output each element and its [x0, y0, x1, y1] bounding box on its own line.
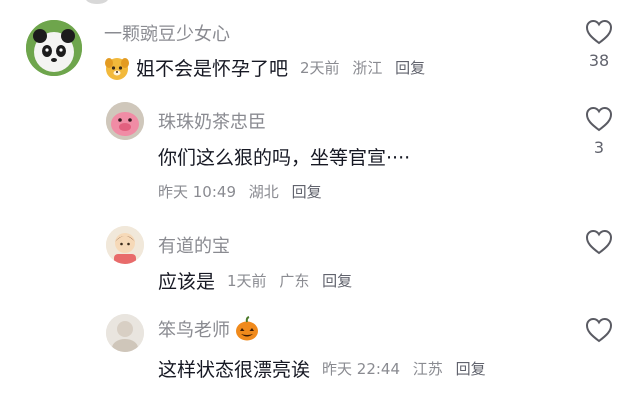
comment-meta: 1天前 广东 回复: [227, 270, 360, 291]
comment-meta: 昨天 22:44 江苏 回复: [322, 358, 494, 379]
comment-text: 你们这么狠的吗，坐等官宣····: [158, 147, 411, 169]
dog-emoji-icon: [105, 57, 129, 80]
comment-time: 昨天 10:49: [158, 183, 236, 201]
comment-text: 应该是: [158, 271, 216, 293]
comment-location: 江苏: [412, 360, 443, 378]
comment-text: 这样状态很漂亮诶: [158, 359, 311, 381]
comment-text-row: 应该是 1天前 广东 回复: [158, 267, 360, 294]
username[interactable]: 有道的宝: [158, 232, 230, 258]
avatar[interactable]: [106, 314, 144, 352]
avatar[interactable]: [106, 226, 144, 264]
like-button[interactable]: [584, 229, 614, 255]
comment-text: 姐不会是怀孕了吧: [136, 58, 289, 80]
like-button[interactable]: 3: [584, 106, 614, 157]
comment-meta: 昨天 10:49 湖北 回复: [158, 181, 330, 202]
reply-button[interactable]: 回复: [322, 272, 352, 290]
pink-pig-avatar-icon: [106, 102, 144, 140]
avatar[interactable]: [106, 102, 144, 140]
username[interactable]: 一颗豌豆少女心: [104, 20, 230, 46]
pumpkin-emoji-icon: [236, 316, 258, 341]
comment-location: 广东: [279, 272, 310, 290]
comment-time: 2天前: [300, 59, 340, 77]
comment-text-row: 你们这么狠的吗，坐等官宣····: [158, 143, 410, 170]
username-row: 笨鸟老师: [158, 316, 260, 342]
heart-icon: [585, 106, 613, 132]
comment-text-row: 姐不会是怀孕了吧 2天前 浙江 回复: [104, 54, 433, 81]
panda-avatar-icon: [26, 20, 82, 76]
heart-icon: [585, 317, 613, 343]
comment-meta: 2天前 浙江 回复: [300, 57, 433, 78]
comment-text-row: 这样状态很漂亮诶 昨天 22:44 江苏 回复: [158, 355, 494, 382]
like-button[interactable]: 38: [584, 19, 614, 70]
username[interactable]: 珠珠奶茶忠臣: [158, 108, 266, 134]
reply-button[interactable]: 回复: [292, 183, 322, 201]
reply-button[interactable]: 回复: [395, 59, 425, 77]
heart-icon: [585, 19, 613, 45]
like-button[interactable]: [584, 317, 614, 343]
previous-comment-avatar-edge: [86, 0, 108, 4]
reply-button[interactable]: 回复: [456, 360, 486, 378]
comment-time: 昨天 22:44: [322, 360, 401, 378]
heart-icon: [585, 229, 613, 255]
pale-avatar-icon: [106, 314, 144, 352]
comment-location: 湖北: [248, 183, 279, 201]
username[interactable]: 笨鸟老师: [158, 316, 230, 342]
like-count: 38: [588, 51, 610, 70]
comment-time: 1天前: [227, 272, 267, 290]
like-count: 3: [593, 138, 605, 157]
comment-location: 浙江: [352, 59, 383, 77]
avatar[interactable]: [26, 20, 82, 76]
cartoon-avatar-icon: [106, 226, 144, 264]
